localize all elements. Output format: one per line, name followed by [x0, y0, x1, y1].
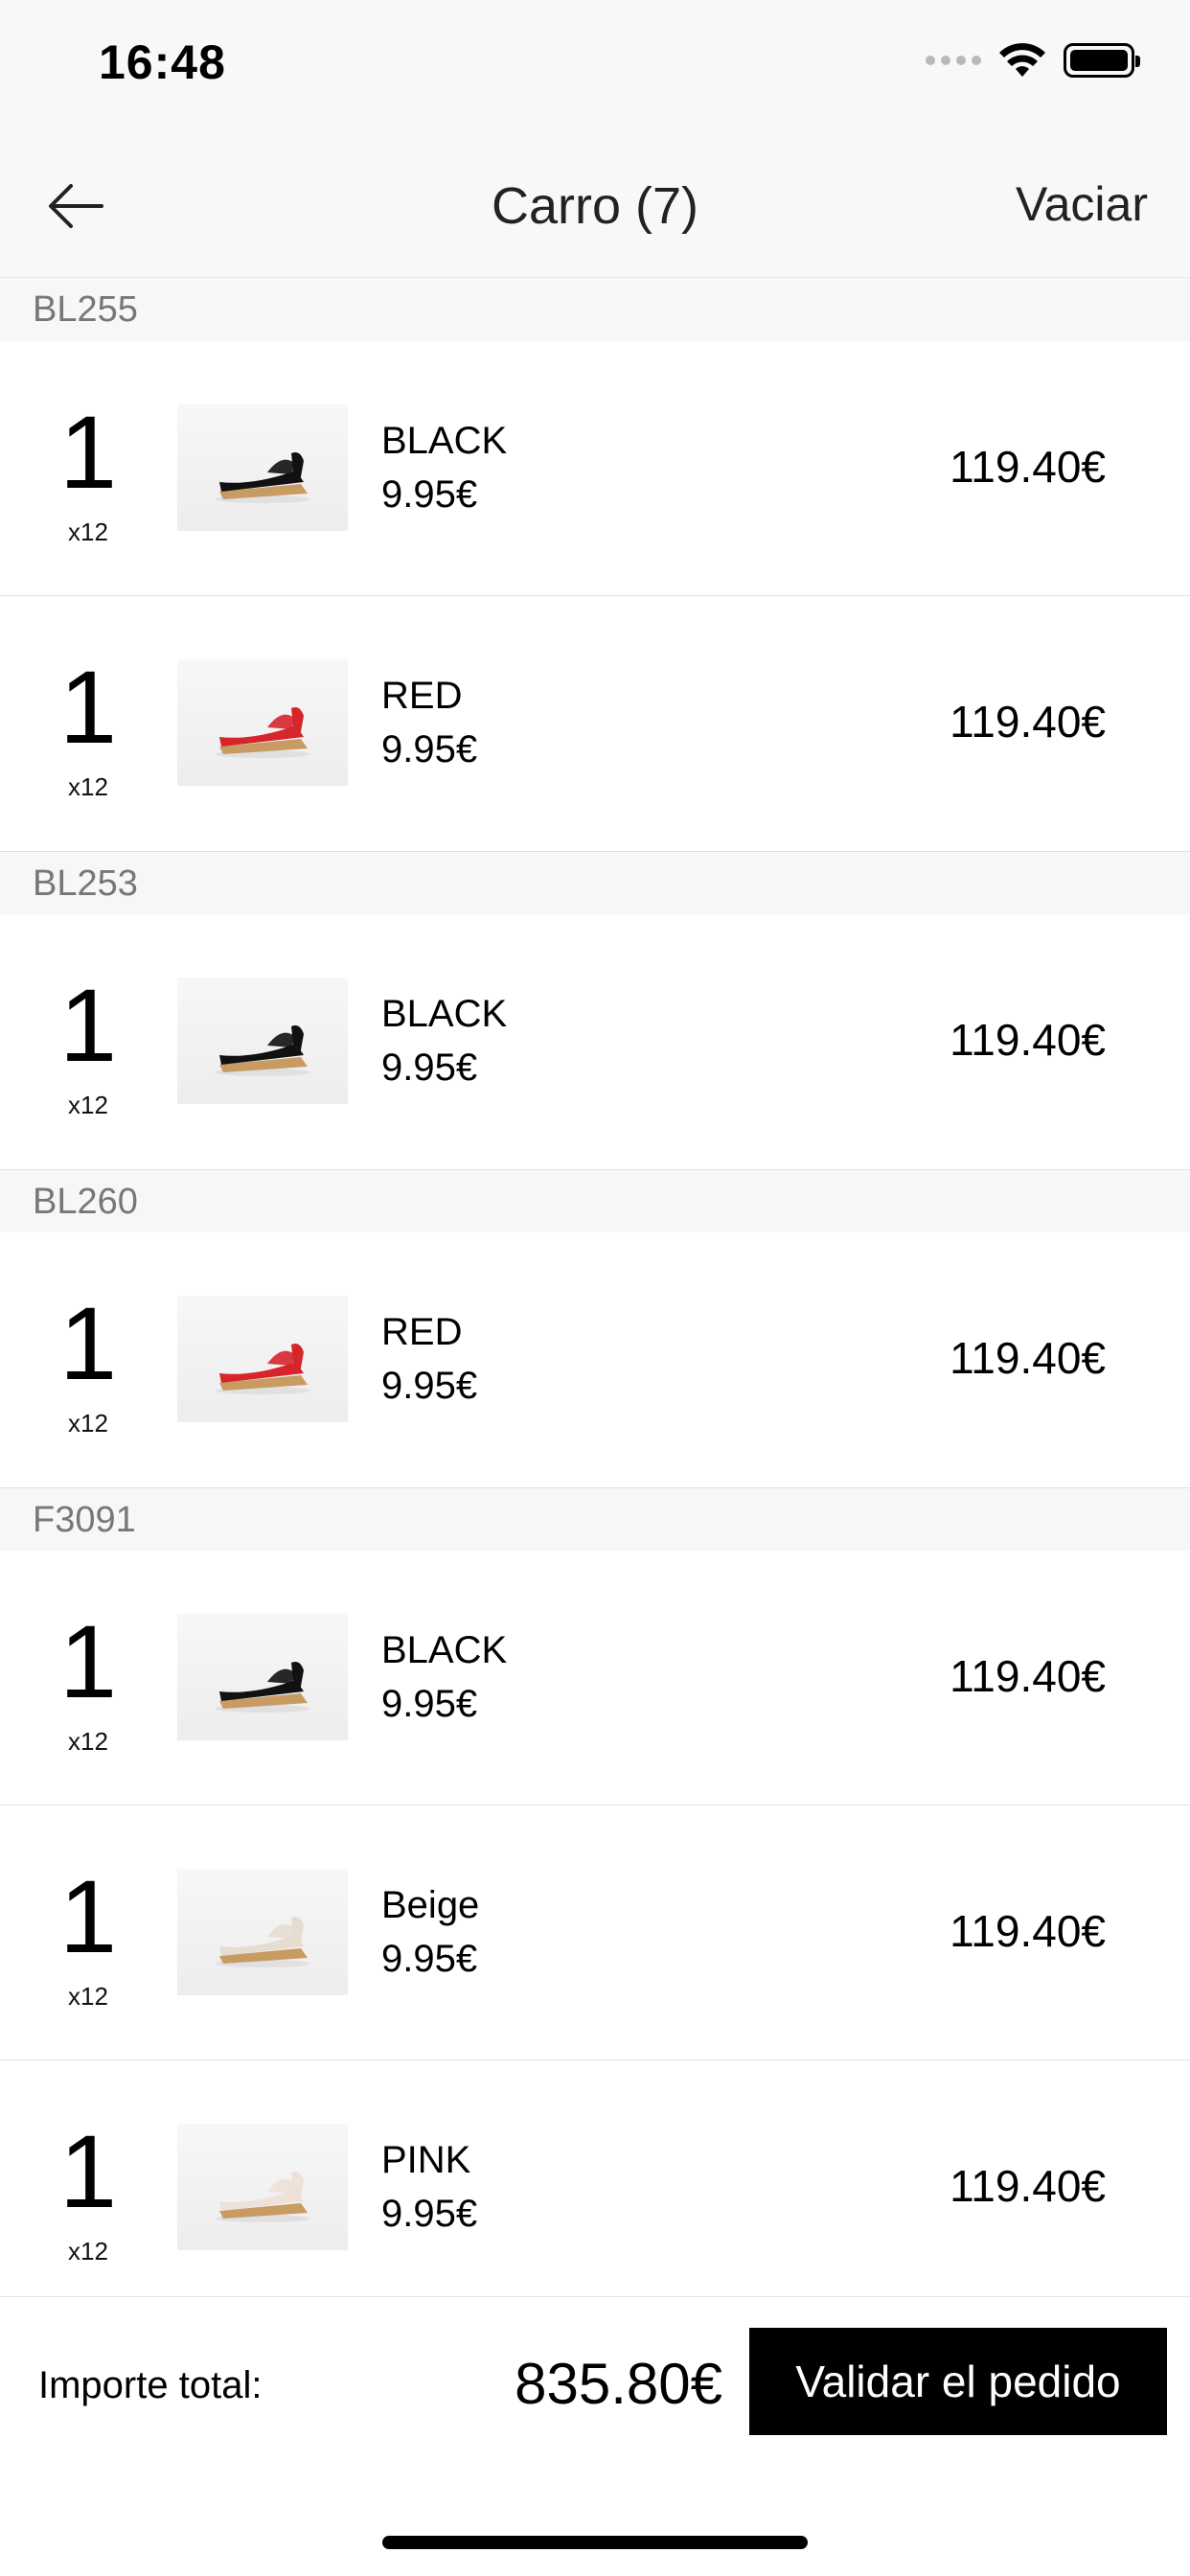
cart-item-row[interactable]: 1 x12 BLACK 9.95€ 119.40€: [0, 1551, 1190, 1806]
total-label: Importe total:: [38, 2364, 263, 2406]
cart-item-row[interactable]: 1 x12 PINK 9.95€ 119.40€: [0, 2060, 1190, 2296]
cellular-signal-icon: [926, 56, 981, 65]
item-color: BLACK: [381, 1629, 508, 1671]
product-thumbnail[interactable]: [177, 1869, 348, 1995]
cart-list[interactable]: BL255 1 x12 BLACK 9.95€ 119.40€ 1 x12 RED 9.95€ 11…: [0, 278, 1190, 2296]
item-unit-price: 9.95€: [381, 1938, 478, 1980]
item-pack-multiplier: x12: [68, 1409, 108, 1438]
section-header: F3091: [0, 1487, 1190, 1551]
product-thumbnail[interactable]: [177, 1614, 348, 1740]
page-title: Carro (7): [491, 177, 699, 235]
item-pack-multiplier: x12: [68, 2237, 108, 2266]
product-thumbnail[interactable]: [177, 659, 348, 786]
item-pack-multiplier: x12: [68, 772, 108, 801]
item-line-total: 119.40€: [950, 1333, 1106, 1383]
section-header: BL255: [0, 278, 1190, 341]
item-pack-multiplier: x12: [68, 1727, 108, 1756]
item-line-total: 119.40€: [950, 1651, 1106, 1701]
item-line-total: 119.40€: [950, 697, 1106, 747]
item-line-total: 119.40€: [950, 442, 1106, 492]
item-color: Beige: [381, 1884, 480, 1926]
item-color: BLACK: [381, 420, 508, 462]
total-value: 835.80€: [515, 2352, 722, 2416]
item-quantity[interactable]: 1: [38, 2120, 138, 2223]
wifi-icon: [999, 43, 1045, 77]
empty-cart-button[interactable]: Vaciar: [1016, 176, 1148, 232]
item-unit-price: 9.95€: [381, 2193, 478, 2235]
section-header: BL253: [0, 851, 1190, 914]
item-color: PINK: [381, 2139, 471, 2181]
item-line-total: 119.40€: [950, 1906, 1106, 1956]
item-unit-price: 9.95€: [381, 1683, 478, 1725]
status-time: 16:48: [99, 35, 226, 89]
item-color: BLACK: [381, 993, 508, 1035]
item-quantity[interactable]: 1: [38, 656, 138, 759]
product-thumbnail[interactable]: [177, 404, 348, 531]
item-quantity[interactable]: 1: [38, 1610, 138, 1714]
status-bar: 16:48: [0, 0, 1190, 134]
item-unit-price: 9.95€: [381, 1046, 478, 1089]
product-thumbnail[interactable]: [177, 2124, 348, 2250]
item-unit-price: 9.95€: [381, 728, 478, 770]
item-line-total: 119.40€: [950, 2161, 1106, 2211]
item-color: RED: [381, 1311, 463, 1353]
item-unit-price: 9.95€: [381, 473, 478, 516]
section-header: BL260: [0, 1169, 1190, 1232]
nav-bar: Carro (7) Vaciar: [0, 134, 1190, 278]
status-icons: [926, 42, 1140, 79]
product-thumbnail[interactable]: [177, 1296, 348, 1422]
item-quantity[interactable]: 1: [38, 974, 138, 1077]
item-quantity[interactable]: 1: [38, 401, 138, 504]
item-pack-multiplier: x12: [68, 1982, 108, 2011]
cart-item-row[interactable]: 1 x12 RED 9.95€ 119.40€: [0, 1232, 1190, 1487]
validate-order-button[interactable]: Validar el pedido: [749, 2328, 1167, 2435]
battery-icon: [1064, 43, 1140, 78]
cart-item-row[interactable]: 1 x12 BLACK 9.95€ 119.40€: [0, 914, 1190, 1169]
cart-item-row[interactable]: 1 x12 BLACK 9.95€ 119.40€: [0, 341, 1190, 596]
product-thumbnail[interactable]: [177, 978, 348, 1104]
item-quantity[interactable]: 1: [38, 1292, 138, 1395]
item-pack-multiplier: x12: [68, 1091, 108, 1119]
item-unit-price: 9.95€: [381, 1365, 478, 1407]
item-quantity[interactable]: 1: [38, 1865, 138, 1968]
home-indicator: [382, 2536, 808, 2549]
cart-item-row[interactable]: 1 x12 RED 9.95€ 119.40€: [0, 596, 1190, 851]
footer: Importe total: 835.80€ Validar el pedido: [0, 2296, 1190, 2576]
item-line-total: 119.40€: [950, 1015, 1106, 1065]
item-color: RED: [381, 675, 463, 717]
item-pack-multiplier: x12: [68, 518, 108, 546]
cart-item-row[interactable]: 1 x12 Beige 9.95€ 119.40€: [0, 1806, 1190, 2060]
